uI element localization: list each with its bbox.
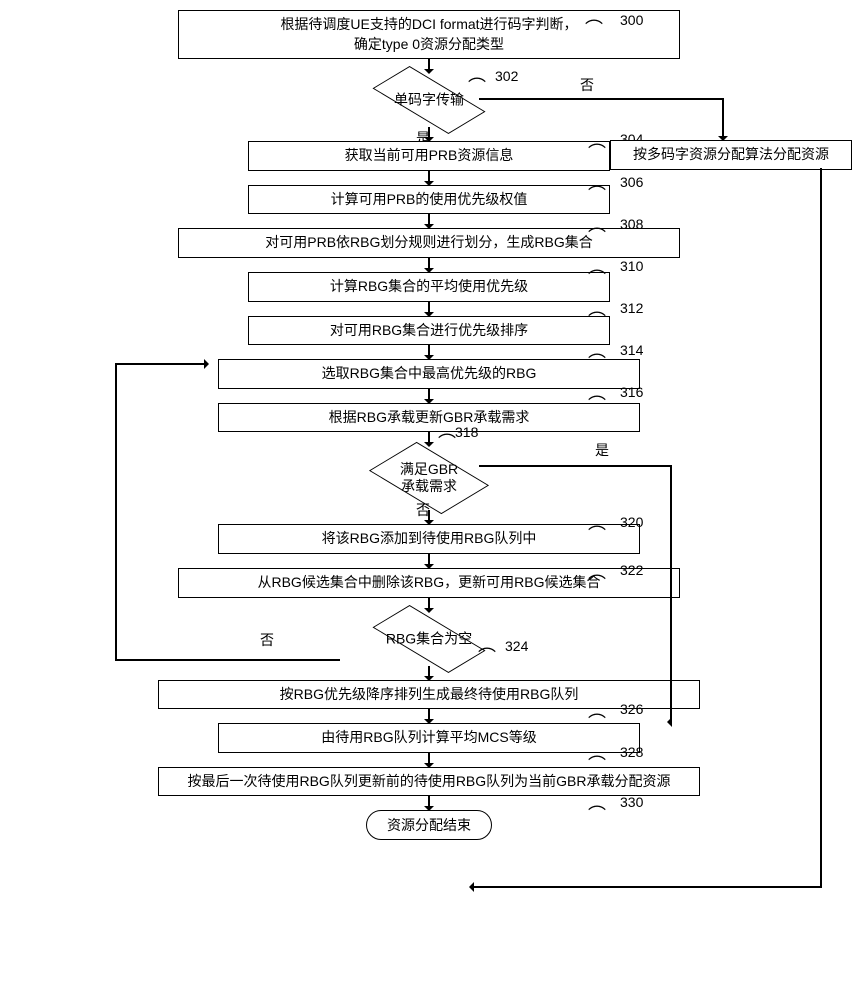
line-324-to-314: [115, 363, 208, 365]
step-314: 选取RBG集合中最高优先级的RBG: [218, 359, 640, 389]
brace-icon: ⌒: [588, 354, 606, 372]
brace-icon: ⌒: [588, 228, 606, 246]
brace-icon: ⌒: [478, 648, 496, 666]
step-330: 按最后一次待使用RBG队列更新前的待使用RBG队列为当前GBR承载分配资源: [158, 767, 700, 797]
brace-icon: ⌒: [588, 806, 606, 824]
line-302-down: [722, 98, 724, 140]
line-318-h-326: [668, 721, 672, 723]
line-318-right: [479, 465, 672, 467]
decision-302-text: 单码字传输: [394, 92, 464, 109]
step-320: 将该RBG添加到待使用RBG队列中: [218, 524, 640, 554]
ref-316: 316: [620, 384, 643, 400]
step-328: 由待用RBG队列计算平均MCS等级: [218, 723, 640, 753]
line-multi-to-end: [470, 886, 822, 888]
ref-318: 318: [455, 424, 478, 440]
step-304: 获取当前可用PRB资源信息: [248, 141, 610, 171]
ref-314: 314: [620, 342, 643, 358]
step-312: 对可用RBG集合进行优先级排序: [248, 316, 610, 346]
brace-icon: ⌒: [588, 396, 606, 414]
brace-icon: ⌒: [438, 434, 456, 452]
step-multi: 按多码字资源分配算法分配资源: [610, 140, 852, 170]
step-326: 按RBG优先级降序排列生成最终待使用RBG队列: [158, 680, 700, 710]
line-324-left: [115, 659, 340, 661]
line-302-right: [479, 98, 724, 100]
ref-302: 302: [495, 68, 518, 84]
line-324-up: [115, 363, 117, 661]
brace-icon: ⌒: [588, 186, 606, 204]
line-318-down: [670, 465, 672, 723]
ref-326: 326: [620, 701, 643, 717]
brace-icon: ⌒: [585, 20, 603, 38]
decision-318-text: 满足GBR 承载需求: [400, 462, 458, 496]
step-316: 根据RBG承载更新GBR承载需求: [218, 403, 640, 433]
ref-330: 330: [620, 794, 643, 810]
ref-324: 324: [505, 638, 528, 654]
brace-icon: ⌒: [588, 526, 606, 544]
brace-icon: ⌒: [588, 270, 606, 288]
label-yes: 是: [595, 440, 609, 460]
brace-icon: ⌒: [588, 144, 606, 162]
step-310: 计算RBG集合的平均使用优先级: [248, 272, 610, 302]
decision-324-text: RBG集合为空: [386, 630, 472, 647]
brace-icon: ⌒: [588, 312, 606, 330]
ref-310: 310: [620, 258, 643, 274]
ref-322: 322: [620, 562, 643, 578]
ref-300: 300: [620, 12, 643, 28]
line-multi-down: [820, 168, 822, 888]
ref-306: 306: [620, 174, 643, 190]
terminator-end: 资源分配结束: [366, 810, 492, 840]
brace-icon: ⌒: [468, 78, 486, 96]
label-no: 否: [260, 630, 274, 650]
step-300: 根据待调度UE支持的DCI format进行码字判断， 确定type 0资源分配…: [178, 10, 680, 59]
ref-320: 320: [620, 514, 643, 530]
ref-312: 312: [620, 300, 643, 316]
brace-icon: ⌒: [588, 575, 606, 593]
label-no: 否: [580, 75, 594, 95]
ref-328: 328: [620, 744, 643, 760]
flowchart: 根据待调度UE支持的DCI format进行码字判断， 确定type 0资源分配…: [20, 10, 838, 840]
ref-308: 308: [620, 216, 643, 232]
step-306: 计算可用PRB的使用优先级权值: [248, 185, 610, 215]
